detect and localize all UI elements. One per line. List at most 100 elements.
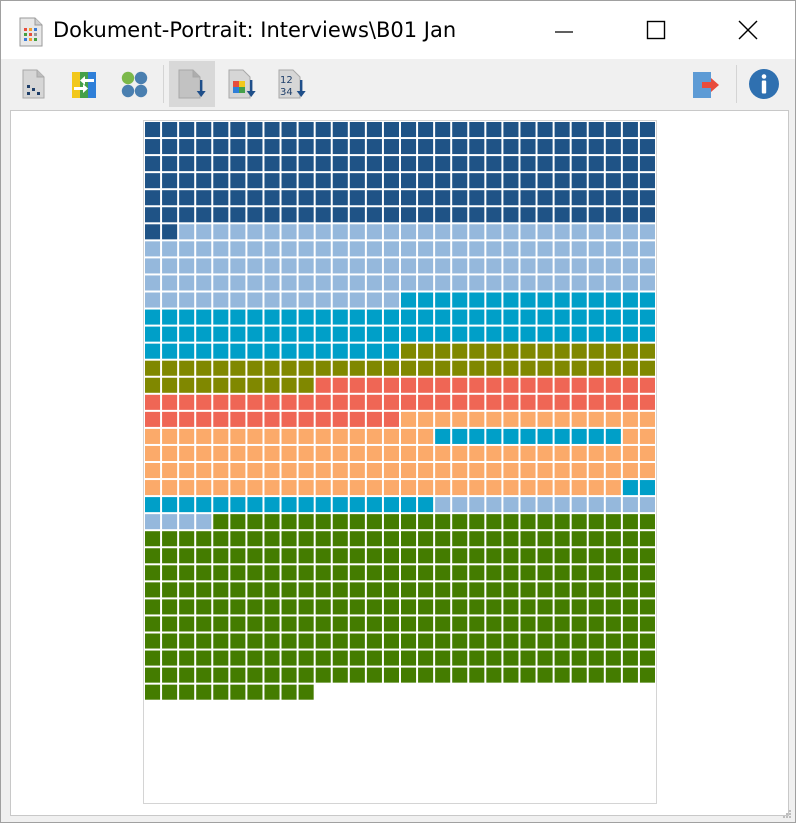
portrait-cell[interactable] [145, 684, 161, 700]
portrait-cell[interactable] [503, 258, 519, 274]
portrait-cell[interactable] [298, 156, 314, 172]
portrait-cell[interactable] [486, 258, 502, 274]
portrait-cell[interactable] [503, 565, 519, 581]
portrait-cell[interactable] [520, 531, 536, 547]
portrait-cell[interactable] [230, 241, 246, 257]
portrait-cell[interactable] [179, 463, 195, 479]
portrait-cell[interactable] [554, 173, 570, 189]
portrait-cell[interactable] [554, 190, 570, 206]
portrait-cell[interactable] [486, 190, 502, 206]
portrait-cell[interactable] [196, 258, 212, 274]
portrait-cell[interactable] [383, 582, 399, 598]
portrait-cell[interactable] [520, 377, 536, 393]
portrait-cell[interactable] [145, 667, 161, 683]
portrait-cell[interactable] [332, 156, 348, 172]
portrait-cell[interactable] [315, 241, 331, 257]
portrait-cell[interactable] [435, 275, 451, 291]
portrait-cell[interactable] [264, 616, 280, 632]
portrait-cell[interactable] [452, 599, 468, 615]
portrait-cell[interactable] [213, 565, 229, 581]
portrait-cell[interactable] [247, 156, 263, 172]
portrait-cell[interactable] [554, 377, 570, 393]
portrait-cell[interactable] [622, 463, 638, 479]
portrait-cell[interactable] [486, 599, 502, 615]
portrait-cell[interactable] [588, 633, 604, 649]
portrait-cell[interactable] [196, 173, 212, 189]
portrait-cell[interactable] [383, 428, 399, 444]
portrait-cell[interactable] [315, 207, 331, 223]
portrait-cell[interactable] [401, 531, 417, 547]
portrait-cell[interactable] [332, 360, 348, 376]
portrait-cell[interactable] [179, 411, 195, 427]
portrait-cell[interactable] [503, 514, 519, 530]
portrait-cell[interactable] [366, 411, 382, 427]
portrait-cell[interactable] [383, 599, 399, 615]
portrait-cell[interactable] [196, 156, 212, 172]
portrait-cell[interactable] [145, 428, 161, 444]
portrait-cell[interactable] [418, 480, 434, 496]
portrait-cell[interactable] [213, 122, 229, 138]
portrait-cell[interactable] [315, 377, 331, 393]
portrait-cell[interactable] [230, 309, 246, 325]
portrait-cell[interactable] [162, 411, 178, 427]
portrait-cell[interactable] [264, 292, 280, 308]
portrait-cell[interactable] [622, 616, 638, 632]
portrait-cell[interactable] [383, 241, 399, 257]
portrait-cell[interactable] [622, 207, 638, 223]
portrait-cell[interactable] [520, 463, 536, 479]
portrait-cell[interactable] [401, 224, 417, 240]
portrait-cell[interactable] [230, 122, 246, 138]
portrait-cell[interactable] [639, 207, 655, 223]
portrait-cell[interactable] [383, 463, 399, 479]
portrait-cell[interactable] [503, 241, 519, 257]
portrait-cell[interactable] [281, 343, 297, 359]
portrait-cell[interactable] [520, 445, 536, 461]
portrait-cell[interactable] [605, 548, 621, 564]
portrait-cell[interactable] [230, 650, 246, 666]
portrait-cell[interactable] [196, 497, 212, 513]
portrait-cell[interactable] [179, 497, 195, 513]
portrait-cell[interactable] [401, 377, 417, 393]
portrait-cell[interactable] [247, 190, 263, 206]
portrait-cell[interactable] [298, 548, 314, 564]
portrait-cell[interactable] [503, 139, 519, 155]
portrait-cell[interactable] [435, 445, 451, 461]
portrait-cell[interactable] [230, 684, 246, 700]
portrait-cell[interactable] [639, 258, 655, 274]
portrait-cell[interactable] [315, 411, 331, 427]
portrait-cell[interactable] [383, 480, 399, 496]
portrait-cell[interactable] [298, 207, 314, 223]
portrait-cell[interactable] [520, 480, 536, 496]
portrait-cell[interactable] [145, 292, 161, 308]
portrait-cell[interactable] [554, 548, 570, 564]
portrait-cell[interactable] [332, 599, 348, 615]
portrait-cell[interactable] [264, 667, 280, 683]
portrait-cell[interactable] [298, 258, 314, 274]
portrait-cell[interactable] [486, 360, 502, 376]
portrait-cell[interactable] [196, 343, 212, 359]
portrait-cell[interactable] [315, 394, 331, 410]
portrait-cell[interactable] [537, 156, 553, 172]
portrait-cell[interactable] [162, 377, 178, 393]
portrait-cell[interactable] [588, 207, 604, 223]
portrait-cell[interactable] [418, 548, 434, 564]
portrait-cell[interactable] [315, 599, 331, 615]
portrait-cell[interactable] [503, 156, 519, 172]
portrait-cell[interactable] [383, 190, 399, 206]
portrait-cell[interactable] [469, 599, 485, 615]
portrait-cell[interactable] [179, 480, 195, 496]
portrait-cell[interactable] [571, 411, 587, 427]
portrait-cell[interactable] [469, 531, 485, 547]
portrait-cell[interactable] [213, 207, 229, 223]
portrait-cell[interactable] [554, 599, 570, 615]
portrait-cell[interactable] [435, 258, 451, 274]
portrait-cell[interactable] [435, 190, 451, 206]
portrait-cell[interactable] [469, 667, 485, 683]
portrait-cell[interactable] [401, 292, 417, 308]
portrait-cell[interactable] [554, 292, 570, 308]
portrait-cell[interactable] [298, 360, 314, 376]
portrait-cell[interactable] [503, 173, 519, 189]
portrait-cell[interactable] [264, 326, 280, 342]
portrait-cell[interactable] [179, 582, 195, 598]
portrait-cell[interactable] [588, 411, 604, 427]
